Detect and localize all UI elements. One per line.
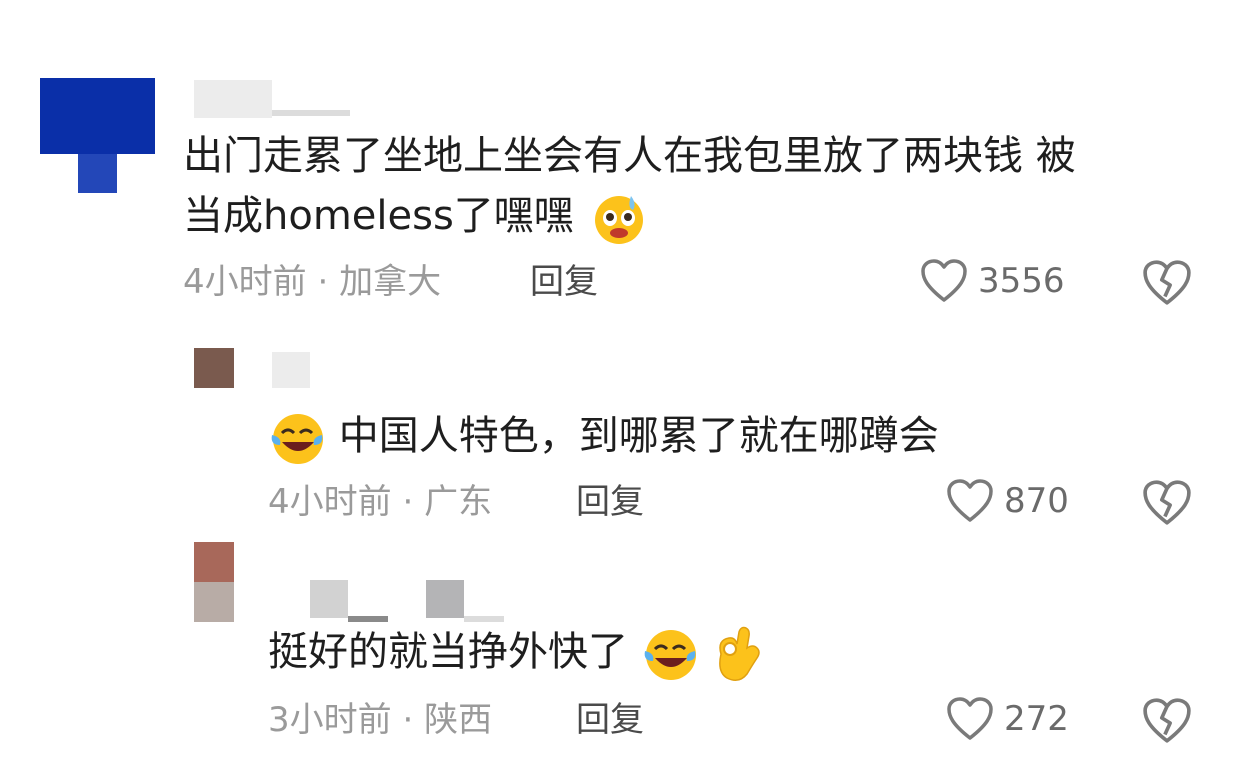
like-button[interactable]: 3556 <box>920 258 1065 304</box>
avatar-pixelated-image <box>194 542 234 622</box>
comment-meta: 4小时前 · 加拿大 <box>183 262 441 302</box>
comment-text: 出门走累了坐地上坐会有人在我包里放了两块钱 被 <box>183 126 1076 186</box>
location: 广东 <box>424 482 493 522</box>
like-count: 870 <box>1004 481 1069 521</box>
broken-heart-icon <box>1143 698 1191 743</box>
location: 陕西 <box>424 700 493 740</box>
comment-text-line: 挺好的就当挣外快了 <box>268 629 628 675</box>
dislike-button[interactable] <box>1142 478 1192 528</box>
comment-text-line: 中国人特色，到哪累了就在哪蹲会 <box>338 413 939 459</box>
heart-icon <box>921 259 967 302</box>
heart-icon <box>947 479 993 522</box>
reply-button[interactable]: 回复 <box>530 262 598 302</box>
avatar[interactable] <box>194 348 234 388</box>
broken-heart-icon <box>1143 260 1191 305</box>
timestamp: 4小时前 <box>183 262 307 302</box>
avatar[interactable] <box>194 542 234 622</box>
reply-button[interactable]: 回复 <box>576 700 644 740</box>
location: 加拿大 <box>339 262 442 302</box>
heart-icon <box>947 697 993 740</box>
broken-heart-icon <box>1143 480 1191 525</box>
comment-text: 当成homeless了嘿嘿 <box>183 186 647 246</box>
separator: · <box>402 700 414 740</box>
comment-3: 挺好的就当挣外快了 3小时前 · 陕西 回复 272 <box>0 540 1242 770</box>
separator: · <box>317 262 329 302</box>
avatar-pixelated-image <box>194 348 234 388</box>
username-blurred[interactable] <box>310 580 510 622</box>
timestamp: 4小时前 <box>268 482 392 522</box>
comment-meta: 3小时前 · 陕西 <box>268 700 492 740</box>
like-button[interactable]: 272 <box>946 696 1069 742</box>
comment-text-line2: 当成homeless了嘿嘿 <box>183 193 574 239</box>
laughing-tears-emoji <box>271 414 323 464</box>
dislike-button[interactable] <box>1142 258 1192 308</box>
ok-hand-emoji <box>719 626 761 681</box>
separator: · <box>402 482 414 522</box>
comment-text: 挺好的就当挣外快了 <box>268 622 765 684</box>
like-count: 272 <box>1004 699 1069 739</box>
like-count: 3556 <box>978 261 1065 301</box>
reply-button[interactable]: 回复 <box>576 482 644 522</box>
comment-text: 中国人特色，到哪累了就在哪蹲会 <box>268 406 939 467</box>
username-blurred[interactable] <box>272 352 312 388</box>
username-blurred[interactable] <box>194 80 354 118</box>
avatar[interactable] <box>40 78 155 193</box>
comment-text-line1: 出门走累了坐地上坐会有人在我包里放了两块钱 被 <box>183 133 1076 179</box>
sweating-face-emoji <box>594 196 643 244</box>
comment-2: 中国人特色，到哪累了就在哪蹲会 4小时前 · 广东 回复 870 <box>0 330 1242 540</box>
timestamp: 3小时前 <box>268 700 392 740</box>
laughing-tears-emoji <box>644 630 696 680</box>
like-button[interactable]: 870 <box>946 478 1069 524</box>
comment-1: 出门走累了坐地上坐会有人在我包里放了两块钱 被 当成homeless了嘿嘿 4小… <box>0 0 1242 320</box>
dislike-button[interactable] <box>1142 696 1192 746</box>
comment-meta: 4小时前 · 广东 <box>268 482 492 522</box>
avatar-pixelated-image <box>40 78 155 193</box>
